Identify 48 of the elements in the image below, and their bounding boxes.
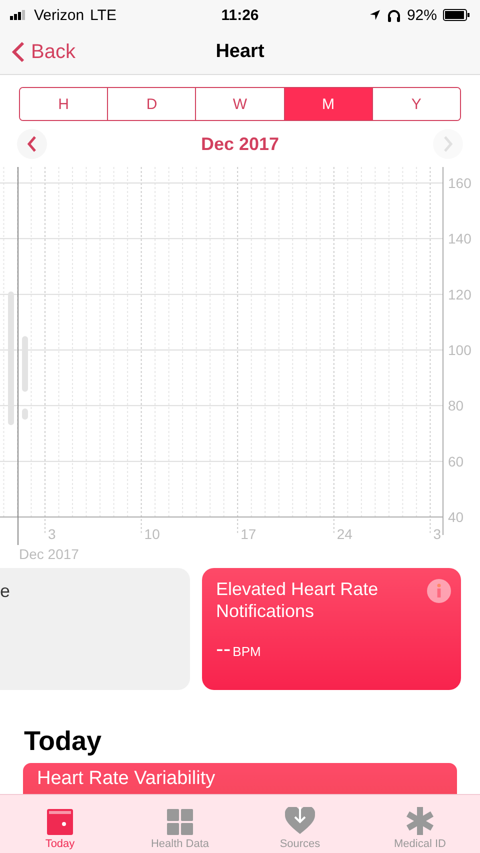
- x-tick-label: 24: [336, 526, 352, 542]
- y-tick-label: 120: [448, 286, 472, 302]
- y-tick-label: 100: [448, 342, 472, 358]
- heart-download-icon: [285, 807, 315, 835]
- month-label: Dec 2017: [200, 134, 280, 154]
- battery-icon: [442, 9, 470, 21]
- clock: 11:26: [221, 6, 259, 24]
- tab-bar-item[interactable]: Sources: [240, 795, 360, 853]
- card-title: Elevated Heart Rate Notifications: [216, 578, 380, 622]
- y-tick-label: 140: [448, 230, 472, 247]
- card-title: Heart Rate Variability: [37, 768, 216, 790]
- notification-card[interactable]: Elevated Heart Rate Notifications --BPM: [202, 568, 461, 690]
- x-tick-label: 17: [240, 526, 256, 542]
- asterisk-icon: [406, 807, 434, 835]
- next-button[interactable]: [432, 129, 463, 159]
- calendar-icon: [47, 809, 73, 835]
- tab-bar-item[interactable]: Today: [0, 795, 120, 853]
- screen-title: Heart: [216, 41, 264, 62]
- location-arrow-icon: [368, 9, 381, 21]
- chevron-left-icon: [12, 41, 25, 63]
- network-type: LTE: [90, 6, 116, 24]
- y-tick-label: 80: [448, 398, 464, 414]
- carrier-name: Verizon: [34, 6, 84, 24]
- metric-card[interactable]: Heart Rate Variability: [23, 763, 457, 794]
- x-tick-label: 3: [433, 526, 441, 542]
- period-tab[interactable]: M: [284, 88, 372, 120]
- signal-icon: [10, 10, 28, 20]
- y-tick-label: 60: [448, 453, 464, 470]
- tab-bar-item[interactable]: Medical ID: [360, 795, 480, 853]
- card-title: e: [0, 580, 12, 602]
- reading-value: --: [216, 636, 231, 662]
- x-tick-label: 3: [48, 526, 56, 542]
- battery-percent: 92%: [406, 6, 437, 24]
- tab-bar-item[interactable]: Health Data: [120, 795, 240, 853]
- unit-label: BPM: [232, 644, 261, 659]
- chevron-left-icon: [27, 136, 37, 152]
- y-tick-label: 160: [448, 175, 472, 191]
- x-axis-label: Dec 2017: [19, 546, 79, 562]
- previous-button[interactable]: [17, 129, 47, 159]
- back-button[interactable]: Back: [0, 40, 88, 64]
- section-heading: Today: [24, 726, 103, 757]
- grid-icon: [167, 809, 193, 835]
- headphones-icon: [386, 8, 401, 22]
- x-tick-label: 10: [144, 526, 160, 542]
- info-icon[interactable]: [427, 579, 451, 603]
- y-tick-label: 40: [448, 509, 464, 525]
- period-tab[interactable]: Y: [372, 88, 460, 120]
- chevron-right-icon: [442, 136, 453, 152]
